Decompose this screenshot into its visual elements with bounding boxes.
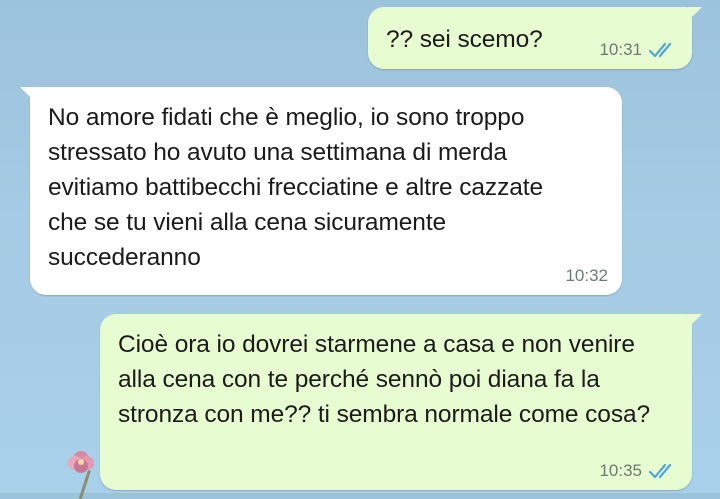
message-meta: 10:35 — [599, 461, 678, 481]
message-time: 10:32 — [565, 266, 608, 285]
message-meta: 10:31 — [599, 40, 678, 60]
message-text: ?? sei scemo? — [386, 26, 543, 53]
bubble-tail — [688, 314, 702, 328]
message-meta: 10:32 — [565, 266, 608, 286]
message-bubble-outgoing[interactable]: Cioè ora io dovrei starmene a casa e non… — [100, 314, 702, 490]
double-check-read-icon — [648, 42, 672, 58]
bubble-tail — [688, 7, 702, 21]
bubble-tail — [20, 87, 34, 101]
message-time: 10:35 — [599, 461, 642, 480]
double-check-read-icon — [648, 463, 672, 479]
message-time: 10:31 — [599, 40, 642, 59]
message-bubble-incoming[interactable]: No amore fidati che è meglio, io sono tr… — [20, 87, 622, 295]
message-text: Cioè ora io dovrei starmene a casa e non… — [118, 331, 651, 428]
message-text: No amore fidati che è meglio, io sono tr… — [48, 104, 550, 271]
message-bubble-outgoing[interactable]: ?? sei scemo? 10:31 — [368, 7, 702, 69]
flower-icon — [68, 451, 94, 473]
